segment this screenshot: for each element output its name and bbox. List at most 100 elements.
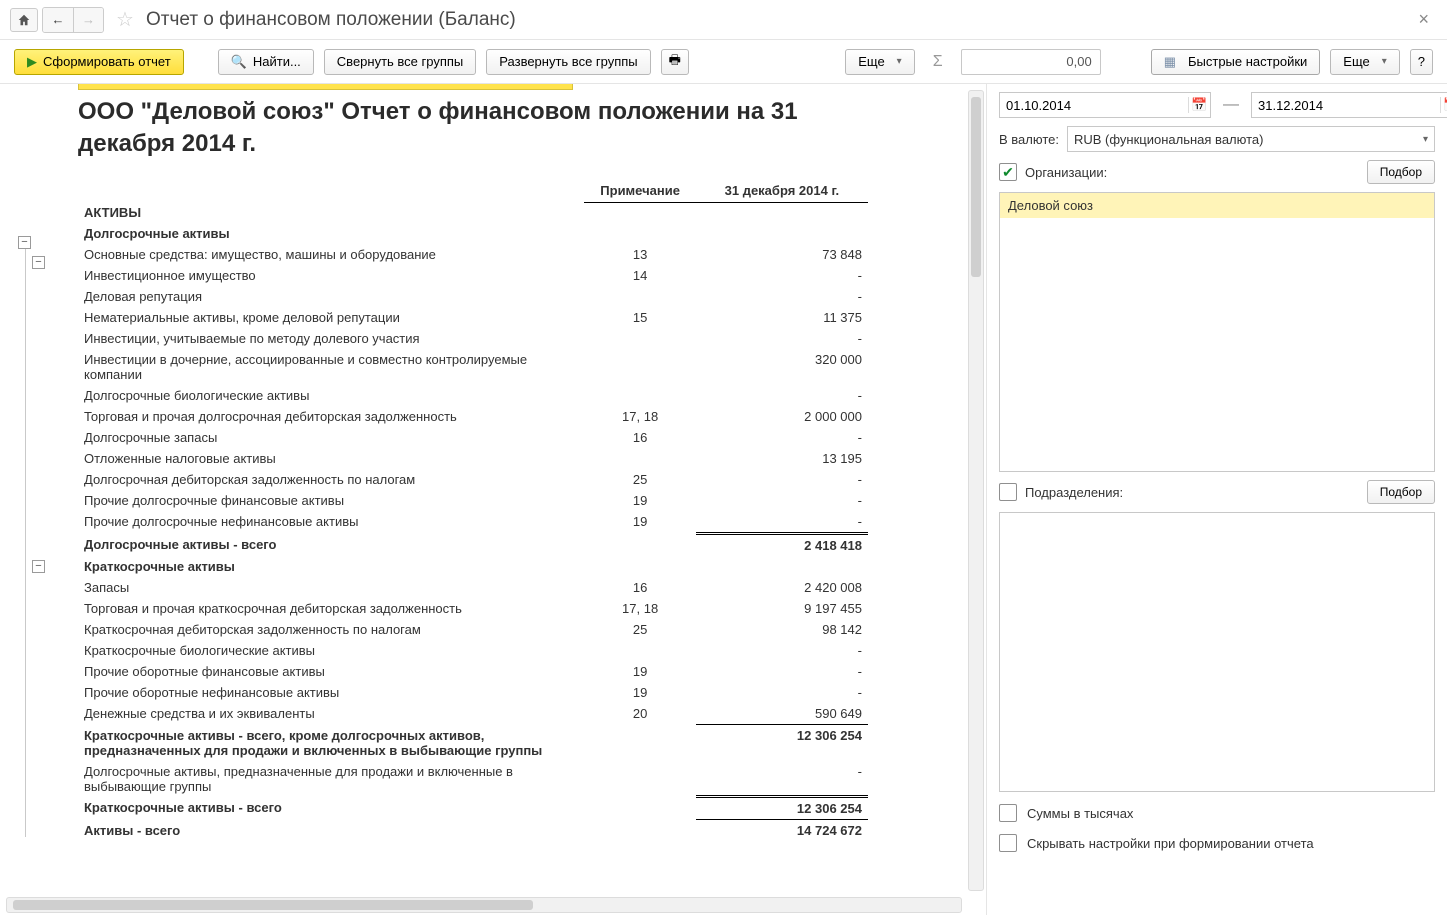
divs-listbox[interactable]	[999, 512, 1435, 792]
row-value: 2 000 000	[696, 406, 868, 427]
report-pane: − − − ООО "Деловой союз" Отчет о финансо…	[0, 84, 987, 915]
scrollbar-thumb[interactable]	[13, 900, 533, 910]
row-note	[584, 725, 695, 761]
row-note	[584, 202, 695, 223]
print-button[interactable]: 🖶	[661, 49, 689, 75]
row-name: Деловая репутация	[78, 286, 584, 307]
scrollbar-thumb[interactable]	[971, 97, 981, 277]
row-note	[584, 761, 695, 797]
row-value: -	[696, 469, 868, 490]
table-row: Краткосрочные биологические активы-	[78, 640, 868, 661]
divs-pick-button[interactable]: Подбор	[1367, 480, 1435, 504]
orgs-listbox[interactable]: Деловой союз	[999, 192, 1435, 472]
row-name: Активы - всего	[78, 820, 584, 842]
row-value: -	[696, 265, 868, 286]
chevron-down-icon: ▾	[1423, 134, 1428, 145]
table-row: Инвестиционное имущество14-	[78, 265, 868, 286]
row-value: -	[696, 511, 868, 534]
row-note: 19	[584, 661, 695, 682]
find-button[interactable]: 🔍 Найти...	[218, 49, 314, 75]
scrollbar-vertical[interactable]	[968, 90, 984, 891]
more-menu-2[interactable]: Еще	[1330, 49, 1399, 75]
row-value: -	[696, 427, 868, 448]
table-row: Долгосрочные запасы16-	[78, 427, 868, 448]
search-icon: 🔍	[231, 54, 247, 70]
row-name: Долгосрочные активы - всего	[78, 534, 584, 557]
row-name: Долгосрочная дебиторская задолженность п…	[78, 469, 584, 490]
tree-toggle-root[interactable]: −	[18, 236, 31, 249]
calendar-icon[interactable]: 📅	[1188, 97, 1210, 113]
table-row: Основные средства: имущество, машины и о…	[78, 244, 868, 265]
row-name: Прочие оборотные нефинансовые активы	[78, 682, 584, 703]
row-name: Краткосрочные активы - всего	[78, 797, 584, 820]
date-to-field[interactable]: 📅	[1251, 92, 1447, 118]
row-name: АКТИВЫ	[78, 202, 584, 223]
currency-select[interactable]: RUB (функциональная валюта) ▾	[1067, 126, 1435, 152]
row-note: 14	[584, 265, 695, 286]
grid-icon	[1164, 54, 1182, 70]
expand-all-button[interactable]: Развернуть все группы	[486, 49, 650, 75]
row-note	[584, 820, 695, 842]
row-note: 17, 18	[584, 598, 695, 619]
row-name: Краткосрочные биологические активы	[78, 640, 584, 661]
scrollbar-horizontal[interactable]	[6, 897, 962, 913]
orgs-checkbox[interactable]: ✔	[999, 163, 1017, 181]
calendar-icon[interactable]: 📅	[1440, 97, 1447, 113]
table-row: АКТИВЫ	[78, 202, 868, 223]
table-row: Нематериальные активы, кроме деловой реп…	[78, 307, 868, 328]
collapse-all-button[interactable]: Свернуть все группы	[324, 49, 476, 75]
quick-settings-button[interactable]: Быстрые настройки	[1151, 49, 1321, 75]
page-title: Отчет о финансовом положении (Баланс)	[146, 9, 516, 31]
row-value: 590 649	[696, 703, 868, 725]
row-name: Инвестиционное имущество	[78, 265, 584, 286]
tree-toggle-noncurrent[interactable]: −	[32, 256, 45, 269]
row-value: -	[696, 286, 868, 307]
table-row: Долгосрочная дебиторская задолженность п…	[78, 469, 868, 490]
home-button[interactable]	[10, 8, 38, 32]
settings-pane: 📅 — 📅 … В валюте: RUB (функциональная ва…	[987, 84, 1447, 915]
table-row: Краткосрочная дебиторская задолженность …	[78, 619, 868, 640]
row-name: Прочие долгосрочные нефинансовые активы	[78, 511, 584, 534]
divs-checkbox[interactable]	[999, 483, 1017, 501]
run-report-button[interactable]: ▶ Сформировать отчет	[14, 49, 184, 75]
row-name: Краткосрочные активы	[78, 556, 584, 577]
row-note: 19	[584, 511, 695, 534]
row-value: 13 195	[696, 448, 868, 469]
more-menu-1[interactable]: Еще	[845, 49, 914, 75]
table-row: Долгосрочные биологические активы-	[78, 385, 868, 406]
hide-settings-label: Скрывать настройки при формировании отче…	[1027, 836, 1314, 851]
play-icon: ▶	[27, 54, 37, 70]
back-button[interactable]: ←	[43, 8, 73, 32]
close-button[interactable]: ×	[1410, 5, 1437, 34]
row-value: -	[696, 385, 868, 406]
list-item[interactable]: Деловой союз	[1000, 193, 1434, 218]
help-button[interactable]: ?	[1410, 49, 1433, 75]
date-from-field[interactable]: 📅	[999, 92, 1211, 118]
hide-settings-checkbox[interactable]	[999, 834, 1017, 852]
date-to-input[interactable]	[1252, 98, 1440, 113]
favorite-toggle[interactable]: ☆	[116, 7, 136, 32]
table-row: Прочие оборотные финансовые активы19-	[78, 661, 868, 682]
row-note	[584, 385, 695, 406]
thousands-checkbox[interactable]	[999, 804, 1017, 822]
row-value: 2 420 008	[696, 577, 868, 598]
forward-button[interactable]: →	[73, 8, 103, 32]
table-row: Запасы162 420 008	[78, 577, 868, 598]
row-name: Денежные средства и их эквиваленты	[78, 703, 584, 725]
row-value: 11 375	[696, 307, 868, 328]
run-report-label: Сформировать отчет	[43, 54, 171, 69]
row-note: 19	[584, 490, 695, 511]
row-value: -	[696, 328, 868, 349]
arrow-left-icon: ←	[52, 12, 65, 27]
table-row: Торговая и прочая краткосрочная дебиторс…	[78, 598, 868, 619]
row-value: 12 306 254	[696, 797, 868, 820]
table-row: Торговая и прочая долгосрочная дебиторск…	[78, 406, 868, 427]
tree-toggle-current[interactable]: −	[32, 560, 45, 573]
table-row: Денежные средства и их эквиваленты20590 …	[78, 703, 868, 725]
row-note: 19	[584, 682, 695, 703]
row-note: 25	[584, 469, 695, 490]
date-from-input[interactable]	[1000, 98, 1188, 113]
row-name: Долгосрочные запасы	[78, 427, 584, 448]
sum-field[interactable]	[961, 49, 1101, 75]
orgs-pick-button[interactable]: Подбор	[1367, 160, 1435, 184]
